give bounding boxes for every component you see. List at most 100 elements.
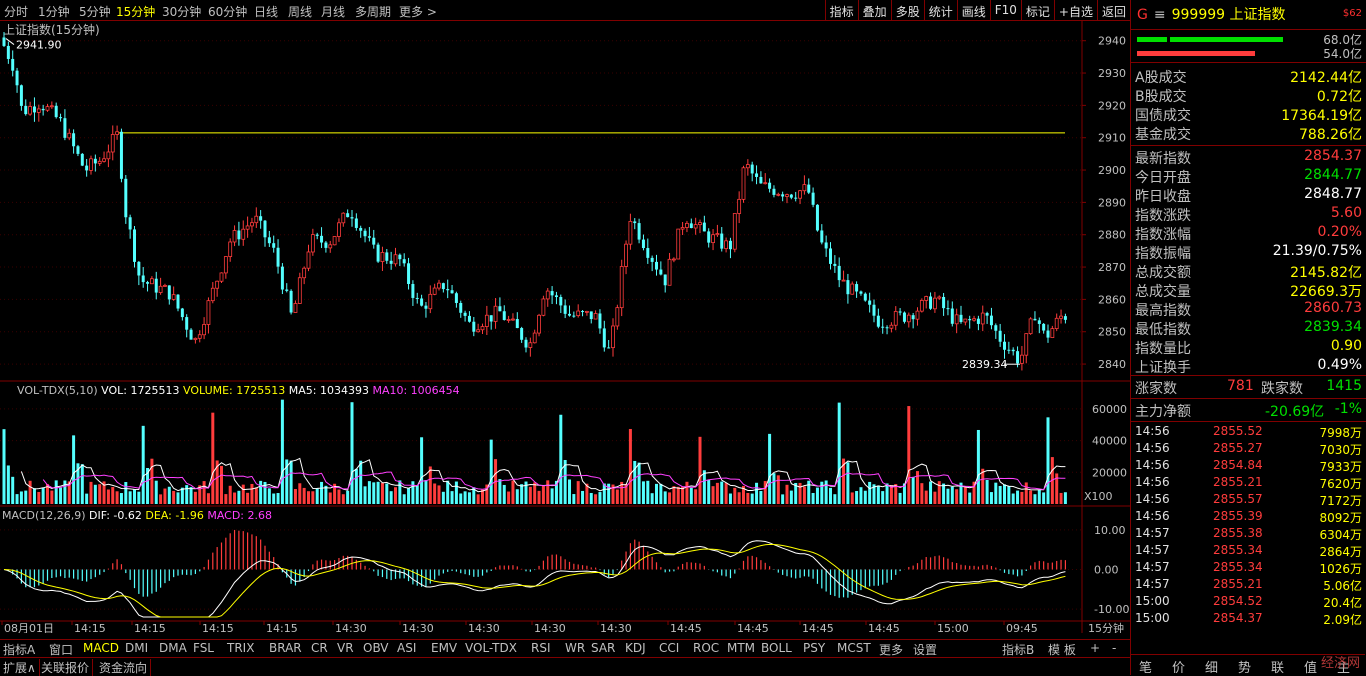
indicator-tab-13[interactable]: VOL-TDX <box>465 641 517 655</box>
tool-button-6[interactable]: 标记 <box>1020 0 1054 20</box>
tool-button-7[interactable]: +自选 <box>1053 0 1097 20</box>
vol-bar-up <box>50 490 54 504</box>
tool-button-4[interactable]: 画线 <box>956 0 990 20</box>
indicator-tab-19[interactable]: ROC <box>693 641 719 655</box>
timeframe-8[interactable]: 月线 <box>321 3 345 20</box>
candle-up <box>250 222 254 227</box>
tool-button-0[interactable]: 指标 <box>824 0 858 20</box>
tool-button-5[interactable]: F10 <box>989 0 1021 20</box>
indicator-tab-12[interactable]: EMV <box>431 641 457 655</box>
main-flow-row: 主力净额 -20.69亿 -1% <box>1135 401 1362 420</box>
candle-down <box>807 184 811 193</box>
tool-button-2[interactable]: 多股 <box>890 0 924 20</box>
panel-tab-0[interactable]: 笔 <box>1139 657 1152 676</box>
indicator-tab-5[interactable]: FSL <box>193 641 214 655</box>
timeframe-10[interactable]: 更多 > <box>399 3 437 20</box>
vol-bar-down <box>350 402 354 504</box>
candle-up <box>1024 333 1029 356</box>
menu-icon[interactable]: ≡ <box>1154 7 1166 23</box>
indicator-tab-11[interactable]: ASI <box>397 641 416 655</box>
badge: $62 <box>1342 8 1362 19</box>
kline-chart[interactable]: 2840 2850 2860 2870 2880 2890 2900 2910 2920 2930… <box>0 21 1130 635</box>
indicator-tab-10[interactable]: OBV <box>363 641 389 655</box>
indicator-tab-17[interactable]: KDJ <box>625 641 646 655</box>
panel-tab-4[interactable]: 联 <box>1271 657 1284 676</box>
indicator-tab-20[interactable]: MTM <box>727 641 755 655</box>
candle-up <box>841 279 846 282</box>
tool-button-1[interactable]: 叠加 <box>857 0 891 20</box>
price-tick-label: 2900 <box>1098 164 1126 177</box>
vol-bar-up <box>111 487 115 504</box>
panel-tab-3[interactable]: 势 <box>1238 657 1251 676</box>
panel-tab-2[interactable]: 细 <box>1205 657 1218 676</box>
timeframe-1[interactable]: 1分钟 <box>38 3 70 20</box>
vol-bar-down <box>720 481 724 504</box>
indicator-tab-0[interactable]: 指标A <box>3 641 35 658</box>
vol-bar-down <box>502 484 506 504</box>
candle-up <box>432 287 437 295</box>
timeframe-9[interactable]: 多周期 <box>355 3 391 20</box>
candle-down <box>389 260 393 264</box>
right-tab-2[interactable]: + <box>1090 641 1100 655</box>
footer-item-2[interactable]: 资金流向 <box>99 659 152 676</box>
vol-bar-down <box>898 492 902 504</box>
candle-up <box>763 182 768 185</box>
indicator-tab-25[interactable]: 设置 <box>913 641 937 658</box>
vol-tick-label: 60000 <box>1092 403 1127 416</box>
candle-up <box>506 319 511 321</box>
indicator-tab-8[interactable]: CR <box>311 641 328 655</box>
vol-bar-down <box>815 487 819 504</box>
indicator-tab-7[interactable]: BRAR <box>269 641 302 655</box>
indicator-tab-3[interactable]: DMI <box>125 641 148 655</box>
timeframe-5[interactable]: 60分钟 <box>208 3 247 20</box>
tool-button-3[interactable]: 统计 <box>923 0 957 20</box>
tick-volume: 5.06亿 <box>1323 579 1362 593</box>
timeframe-2[interactable]: 5分钟 <box>79 3 111 20</box>
candle-down <box>237 230 241 240</box>
indicator-tab-14[interactable]: RSI <box>531 641 551 655</box>
candle-down <box>772 188 776 195</box>
candle-down <box>515 319 519 329</box>
right-tab-1[interactable]: 模 板 <box>1048 641 1076 658</box>
indicator-tab-21[interactable]: BOLL <box>761 641 792 655</box>
timeframe-4[interactable]: 30分钟 <box>162 3 201 20</box>
indicator-tab-18[interactable]: CCI <box>659 641 679 655</box>
indicator-tab-6[interactable]: TRIX <box>227 641 254 655</box>
indicator-tab-1[interactable]: 窗口 <box>49 641 73 658</box>
indicator-tab-22[interactable]: PSY <box>803 641 825 655</box>
indicator-tab-9[interactable]: VR <box>337 641 354 655</box>
stat-value: 2145.82亿 <box>1290 265 1362 281</box>
vol-bar-down <box>750 493 754 504</box>
timeframe-0[interactable]: 分时 <box>4 3 28 20</box>
panel-tab-5[interactable]: 值 <box>1304 657 1317 676</box>
vol-bar-up <box>220 465 223 504</box>
stat-row: 昨日收盘 2848.77 <box>1135 186 1362 205</box>
chart-area[interactable]: 2840 2850 2860 2870 2880 2890 2900 2910 2920 2930… <box>0 21 1130 635</box>
tick-time: 14:57 <box>1135 543 1170 557</box>
timeframe-6[interactable]: 日线 <box>254 3 278 20</box>
right-tab-3[interactable]: - <box>1112 641 1116 655</box>
footer-item-1[interactable]: 关联报价 <box>41 659 94 676</box>
timeframe-3[interactable]: 15分钟 <box>116 3 155 20</box>
indicator-tab-4[interactable]: DMA <box>159 641 187 655</box>
vol-bar-up <box>963 487 967 504</box>
indicator-tab-16[interactable]: SAR <box>591 641 615 655</box>
indicator-tab-15[interactable]: WR <box>565 641 585 655</box>
candle-down <box>467 315 471 322</box>
tool-button-8[interactable]: 返回 <box>1096 0 1130 20</box>
timeframe-7[interactable]: 周线 <box>288 3 312 20</box>
right-tab-0[interactable]: 指标B <box>1002 641 1034 658</box>
indicator-tab-23[interactable]: MCST <box>837 641 871 655</box>
footer-item-0[interactable]: 扩展∧ <box>3 659 40 676</box>
panel-tab-1[interactable]: 价 <box>1172 657 1185 676</box>
candle-up <box>232 230 237 243</box>
indicator-tab-2[interactable]: MACD <box>83 641 119 655</box>
tick-row: 14:57 2855.38 6304万 <box>1135 526 1362 543</box>
vol-bar-down <box>968 492 972 504</box>
turnover-value: 17364.19亿 <box>1281 108 1362 124</box>
vol-bar-down <box>1011 493 1015 504</box>
candle-down <box>607 347 611 349</box>
tool-buttons: 指标 叠加 多股 统计 画线 F10 标记 +自选 返回 <box>824 0 1130 20</box>
candle-up <box>97 160 102 164</box>
indicator-tab-24[interactable]: 更多 <box>879 641 903 658</box>
